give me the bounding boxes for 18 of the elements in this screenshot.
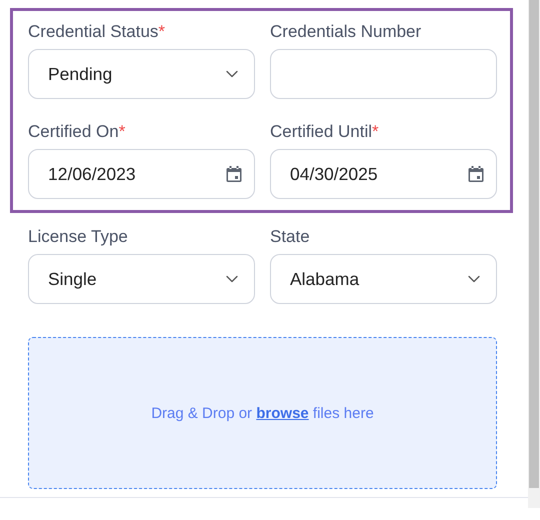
dropdown-field[interactable]: Pending	[28, 49, 255, 99]
date-field[interactable]: 04/30/2025	[270, 149, 497, 199]
field-label: Credential Status*	[28, 21, 166, 43]
field-label: State	[270, 226, 311, 248]
file-drop-zone[interactable]: Drag & Drop or browse files here	[28, 337, 497, 489]
calendar-icon[interactable]	[226, 165, 242, 183]
text-input-field[interactable]	[270, 49, 497, 99]
scrollbar[interactable]	[528, 0, 540, 508]
drop-zone-text: Drag & Drop or browse files here	[151, 404, 374, 422]
date-field[interactable]: 12/06/2023	[28, 149, 255, 199]
browse-link[interactable]: browse	[256, 404, 309, 422]
dropdown-field[interactable]: Alabama	[270, 254, 497, 304]
dropdown-field[interactable]: Single	[28, 254, 255, 304]
field-label: License Type	[28, 226, 129, 248]
calendar-icon[interactable]	[468, 165, 484, 183]
field-label: Certified On*	[28, 121, 126, 143]
field-label: Credentials Number	[270, 21, 422, 43]
field-label: Certified Until*	[270, 121, 380, 143]
